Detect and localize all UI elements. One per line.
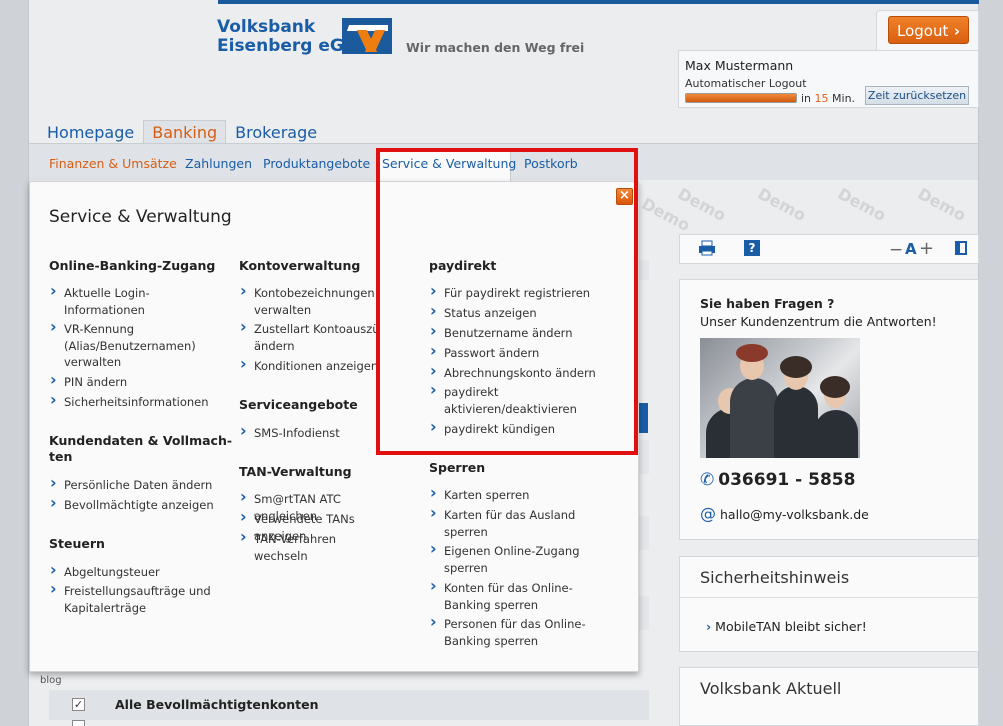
email-address: hallo@my-volksbank.de (720, 507, 869, 522)
menu-item-tan-verfahren[interactable]: TAN-Verfahren wechseln (239, 529, 379, 564)
user-name: Max Mustermann (685, 58, 794, 73)
print-icon[interactable] (698, 240, 716, 260)
all-accounts-checkbox[interactable]: ✓ (72, 698, 85, 711)
remaining-suffix: Min. (832, 92, 856, 105)
logout-progress-bar (685, 93, 797, 103)
menu-item-sms-infodienst[interactable]: SMS-Infodienst (239, 423, 340, 442)
bg-content (639, 260, 649, 280)
nav-divider (29, 143, 978, 144)
reset-time-button[interactable]: Zeit zurücksetzen (865, 86, 969, 105)
section-serviceangebote: Serviceangebote (239, 397, 358, 412)
security-link-label: MobileTAN bleibt sicher! (715, 619, 867, 634)
menu-item-paydirekt-aktivieren[interactable]: paydirekt aktivieren/deaktivieren (429, 382, 577, 417)
menu-item-paydirekt-abrechnungskonto[interactable]: Abrechnungskonto ändern (429, 363, 596, 382)
font-decrease-icon[interactable]: − (889, 240, 903, 260)
menu-item-zustellart[interactable]: Zustellart Kontoauszüg ändern (239, 319, 379, 354)
menu-item-abgeltungsteuer[interactable]: Abgeltungsteuer (49, 562, 160, 581)
logout-progress-fill (686, 94, 796, 102)
section-tan-verwaltung: TAN-Verwaltung (239, 464, 352, 479)
subnav-service-verwaltung[interactable]: Service & Verwaltung (382, 156, 516, 171)
menu-item-konten-sperren[interactable]: Konten für das Online- Banking sperren (429, 578, 573, 613)
news-title: Volksbank Aktuell (700, 679, 842, 698)
remaining-minutes: 15 (814, 92, 829, 105)
menu-item-login-info[interactable]: Aktuelle Login- Informationen (49, 283, 150, 318)
menu-column-2: Kontoverwaltung Kontobezeichnungen verwa… (239, 0, 379, 700)
phone-icon: ✆ (700, 470, 715, 490)
section-paydirekt: paydirekt (429, 258, 497, 273)
menu-item-kontobezeichnungen[interactable]: Kontobezeichnungen verwalten (239, 283, 375, 318)
email-icon: @ (700, 504, 716, 523)
subnav-finanzen[interactable]: Finanzen & Umsätze (49, 156, 177, 171)
bg-content (639, 516, 649, 550)
bank-slogan: Wir machen den Weg frei (406, 40, 585, 55)
bg-content (639, 596, 649, 630)
font-size-icon[interactable]: A (905, 240, 917, 258)
section-sperren: Sperren (429, 460, 486, 475)
remaining-prefix: in (801, 92, 812, 105)
bg-content (639, 440, 649, 474)
logout-button[interactable]: Logout › (888, 16, 969, 44)
security-link[interactable]: › MobileTAN bleibt sicher! (706, 619, 867, 634)
menu-item-bevollmaechtigte[interactable]: Bevollmächtigte anzeigen (49, 495, 214, 514)
menu-item-karten-ausland[interactable]: Karten für das Ausland sperren (429, 505, 575, 540)
contact-title: Sie haben Fragen ? (700, 296, 835, 311)
help-icon[interactable]: ? (744, 240, 760, 256)
menu-item-pin-aendern[interactable]: PIN ändern (49, 372, 127, 391)
phone-number: 036691 - 5858 (718, 470, 856, 490)
menu-item-paydirekt-registrieren[interactable]: Für paydirekt registrieren (429, 283, 590, 302)
blog-label: blog (40, 675, 62, 686)
layout-toggle-icon[interactable] (955, 241, 967, 255)
auto-logout-label: Automatischer Logout (685, 77, 807, 90)
font-increase-icon[interactable]: + (919, 238, 934, 259)
menu-item-persoenliche-daten[interactable]: Persönliche Daten ändern (49, 475, 212, 494)
remaining-time: in 15 Min. (801, 92, 855, 105)
section-kundendaten: Kundendaten & Vollmach- ten (49, 433, 233, 464)
contact-email[interactable]: @ hallo@my-volksbank.de (700, 504, 869, 523)
logout-label: Logout (897, 22, 949, 40)
menu-item-sicherheitsinfo[interactable]: Sicherheitsinformationen (49, 392, 209, 411)
panel-title: Service & Verwaltung (49, 207, 232, 227)
subnav-postkorb[interactable]: Postkorb (524, 156, 578, 171)
menu-item-paydirekt-kuendigen[interactable]: paydirekt kündigen (429, 419, 555, 438)
close-icon[interactable]: × (616, 188, 633, 205)
menu-item-konditionen[interactable]: Konditionen anzeigen (239, 356, 378, 375)
menu-item-personen-sperren[interactable]: Personen für das Online- Banking sperren (429, 614, 586, 649)
account-checkbox[interactable] (72, 720, 85, 726)
menu-item-karten-sperren[interactable]: Karten sperren (429, 485, 529, 504)
security-divider (680, 597, 978, 598)
section-online-banking-zugang: Online-Banking-Zugang (49, 258, 216, 273)
menu-item-freistellungsauftraege[interactable]: Freistellungsaufträge und Kapitalerträge (49, 581, 211, 616)
security-title: Sicherheitshinweis (700, 568, 850, 587)
menu-item-paydirekt-benutzername[interactable]: Benutzername ändern (429, 323, 572, 342)
contact-phone[interactable]: ✆ 036691 - 5858 (700, 470, 855, 490)
section-kontoverwaltung: Kontoverwaltung (239, 258, 361, 273)
customer-center-photo (700, 338, 860, 458)
menu-item-online-zugang-sperren[interactable]: Eigenen Online-Zugang sperren (429, 541, 580, 576)
section-steuern: Steuern (49, 536, 105, 551)
chevron-right-icon: › (953, 22, 960, 40)
menu-item-vr-kennung[interactable]: VR-Kennung (Alias/Benutzernamen) verwalt… (49, 319, 196, 371)
chevron-right-icon: › (706, 619, 712, 634)
contact-subtitle: Unser Kundenzentrum die Antworten! (700, 314, 937, 329)
menu-item-paydirekt-status[interactable]: Status anzeigen (429, 303, 537, 322)
menu-item-paydirekt-passwort[interactable]: Passwort ändern (429, 343, 539, 362)
